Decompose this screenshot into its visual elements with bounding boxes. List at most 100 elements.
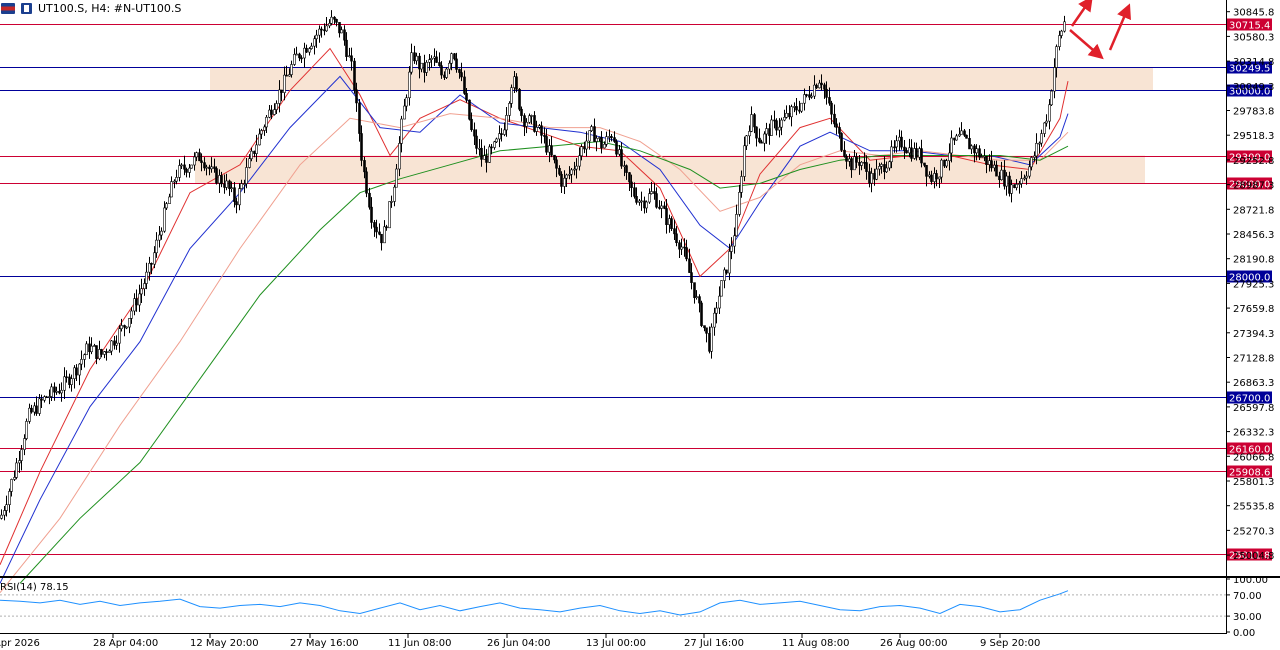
time-tick-label: 28 Apr 04:00 bbox=[93, 638, 158, 649]
price-tick-label: 28987.3 bbox=[1233, 181, 1274, 192]
candle-body bbox=[740, 176, 743, 193]
candle-body bbox=[143, 283, 146, 289]
price-chart[interactable]: 30715.430249.530000.029300.029000.028000… bbox=[0, 0, 1280, 650]
candle-body bbox=[585, 140, 588, 150]
candle-body bbox=[978, 148, 981, 158]
candle-body bbox=[823, 84, 826, 90]
candle-body bbox=[963, 130, 966, 136]
candle-body bbox=[10, 479, 13, 492]
candle-body bbox=[270, 109, 273, 115]
candle-body bbox=[970, 145, 973, 150]
candle-body bbox=[55, 390, 58, 393]
candle-body bbox=[555, 159, 558, 169]
candle-body bbox=[945, 160, 948, 167]
candle-body bbox=[935, 173, 938, 180]
candle-body bbox=[220, 175, 223, 185]
candle-body bbox=[630, 181, 633, 189]
candle-body bbox=[378, 231, 381, 235]
candle-body bbox=[653, 191, 656, 194]
price-tick-label: 27394.3 bbox=[1233, 329, 1274, 340]
candle-body bbox=[553, 154, 556, 161]
price-tick-label: 30845.8 bbox=[1233, 8, 1274, 19]
candle-body bbox=[228, 180, 231, 189]
candle-body bbox=[230, 187, 233, 190]
candle-body bbox=[473, 129, 476, 137]
candle-body bbox=[110, 340, 113, 352]
candle-body bbox=[620, 149, 623, 167]
candle-body bbox=[15, 462, 18, 478]
candle-body bbox=[333, 16, 336, 20]
candle-body bbox=[88, 343, 91, 353]
candle-body bbox=[120, 325, 123, 330]
candle-body bbox=[100, 349, 103, 355]
candle-body bbox=[350, 55, 353, 62]
price-tick-label: 26597.8 bbox=[1233, 403, 1274, 414]
candle-body bbox=[195, 152, 198, 158]
candle-body bbox=[13, 477, 16, 480]
time-tick-label: 12 May 20:00 bbox=[190, 638, 259, 649]
candle-body bbox=[65, 376, 68, 379]
candle-body bbox=[950, 137, 953, 154]
candle-body bbox=[910, 147, 913, 159]
price-tick-label: 26863.3 bbox=[1233, 378, 1274, 389]
candle-body bbox=[783, 116, 786, 121]
candle-body bbox=[403, 105, 406, 120]
candle-body bbox=[693, 282, 696, 298]
candle-body bbox=[565, 174, 568, 179]
candle-body bbox=[375, 226, 378, 233]
chart-header: UT100.S , H4: #N-UT100.S bbox=[0, 0, 181, 16]
rsi-label: RSI(14) 78.15 bbox=[0, 582, 69, 593]
candle-body bbox=[690, 272, 693, 283]
candle-body bbox=[360, 133, 363, 161]
candle-body bbox=[738, 191, 741, 215]
candle-body bbox=[493, 141, 496, 148]
instrument-icon bbox=[21, 2, 32, 14]
candle-body bbox=[75, 367, 78, 376]
candle-body bbox=[505, 115, 508, 131]
candle-body bbox=[1043, 122, 1046, 134]
candle-body bbox=[380, 233, 383, 244]
candle-body bbox=[743, 145, 746, 177]
time-tick-label: 13 Apr 2026 bbox=[0, 638, 40, 649]
candle-body bbox=[905, 150, 908, 154]
candle-body bbox=[3, 510, 6, 516]
candle-body bbox=[828, 97, 831, 104]
candle-body bbox=[385, 226, 388, 229]
candle-body bbox=[400, 118, 403, 144]
candle-body bbox=[198, 152, 201, 162]
candle-body bbox=[40, 398, 43, 401]
candle-body bbox=[710, 326, 713, 352]
candle-body bbox=[295, 53, 298, 56]
candle-body bbox=[965, 134, 968, 139]
candle-body bbox=[123, 325, 126, 328]
candle-body bbox=[820, 82, 823, 86]
candle-body bbox=[140, 288, 143, 295]
candle-body bbox=[648, 193, 651, 203]
candle-body bbox=[733, 235, 736, 247]
candle-body bbox=[238, 188, 241, 206]
moving-average-line bbox=[19, 140, 1069, 584]
flag-icon bbox=[1, 2, 15, 14]
candle-body bbox=[815, 84, 818, 89]
candle-body bbox=[520, 108, 523, 116]
candle-body bbox=[235, 201, 238, 206]
candle-body bbox=[285, 74, 288, 77]
candle-body bbox=[1023, 177, 1026, 180]
symbol-label: UT100.S bbox=[38, 1, 85, 15]
instrument-name: #N-UT100.S bbox=[113, 1, 182, 15]
time-tick-label: 26 Jun 04:00 bbox=[487, 638, 551, 649]
candle-body bbox=[463, 76, 466, 94]
candle-body bbox=[595, 137, 598, 142]
horizontal-levels[interactable]: 30715.430249.530000.029300.029000.028000… bbox=[0, 18, 1272, 562]
candle-body bbox=[503, 129, 506, 135]
candle-body bbox=[563, 177, 566, 187]
candle-body bbox=[725, 269, 728, 274]
price-tick-label: 30580.3 bbox=[1233, 32, 1274, 43]
candle-body bbox=[843, 149, 846, 157]
candle-body bbox=[628, 172, 631, 183]
candle-body bbox=[45, 396, 48, 399]
price-tick-label: 30314.8 bbox=[1233, 57, 1274, 68]
candle-body bbox=[575, 165, 578, 170]
candle-body bbox=[695, 296, 698, 298]
time-tick-label: 13 Jul 00:00 bbox=[586, 638, 646, 649]
